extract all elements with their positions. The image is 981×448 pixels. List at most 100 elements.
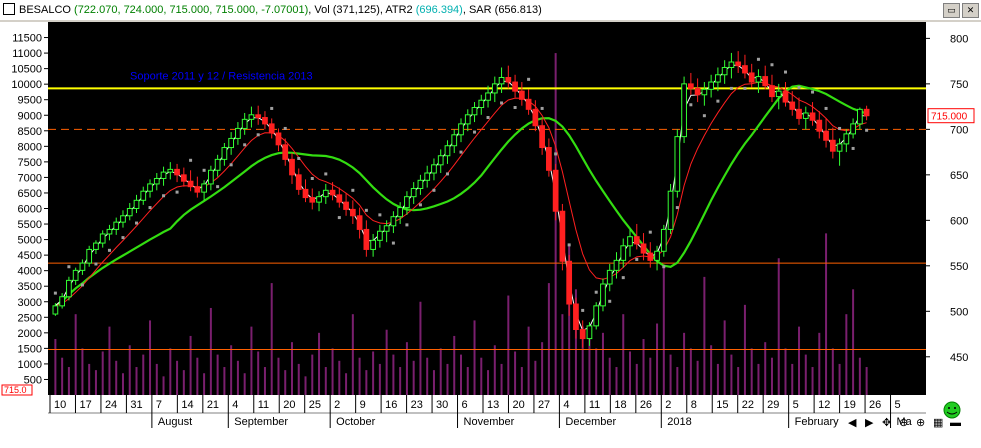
volume-bar [554,53,557,395]
sar-dot [229,163,233,167]
volume-bar [284,370,287,395]
sar-dot [189,158,193,162]
sar-dot [418,203,422,207]
volume-bar [818,332,821,395]
candle-body [647,252,654,261]
close-icon[interactable]: ✕ [962,3,979,18]
grid-icon[interactable]: ▦ [933,417,943,429]
date-tick-label: 19 [844,399,856,411]
price-chart[interactable]: 500 1000 1500 2000 2500 3000 3500 4000 4500 5000 5… [0,20,981,448]
sar-dot [716,99,720,103]
volume-bar [689,348,692,395]
candle-body [262,117,268,125]
date-tick-label: 25 [309,399,321,411]
volume-bar [710,345,713,395]
date-tick-label: 18 [614,399,626,411]
candle-body [147,183,153,192]
candle-body [633,236,640,245]
sar-dot [445,172,449,176]
candle-body [86,248,93,264]
volume-bar [764,342,767,395]
volume-bar [487,370,490,395]
candle-body [133,199,140,209]
candle-body [174,168,180,176]
volume-bar [372,351,375,395]
restore-icon[interactable]: ▭ [943,3,960,18]
date-tick-label: 21 [207,399,219,411]
candle-body [789,101,796,110]
volume-bar [723,320,726,395]
candle-body [755,76,762,83]
candle-body [397,207,404,218]
volume-bar [304,376,307,395]
candle-body [221,147,228,160]
pan-icon[interactable]: ✥ [882,417,891,429]
volume-bar [480,357,483,395]
volume-bar [656,323,659,395]
candle-body [627,236,633,247]
volume-bar [662,264,665,395]
volume-bar [223,367,226,395]
bar-icon[interactable]: ▬ [950,417,961,429]
sar-dot [378,213,382,217]
date-tick-label: 11 [589,399,600,411]
candle-body [775,90,782,98]
smiley-eye-right [954,407,956,409]
volume-bar [290,342,293,395]
candle-body [383,225,390,232]
volume-bar [365,370,368,395]
price-axis-label: 800 [950,33,968,45]
zoom-out-icon[interactable]: ⊖ [899,417,908,429]
zoom-in-icon[interactable]: ⊕ [916,417,925,429]
volume-axis-label: 7000 [18,172,42,184]
month-label: 2018 [667,416,691,428]
atr-value: (696.394) [415,4,463,16]
volume-bar [311,354,314,395]
candle-body [282,144,289,160]
candle-body [309,197,316,203]
date-tick-label: 31 [130,399,142,411]
sar-dot [662,265,666,269]
price-axis-label: 450 [950,352,968,364]
volume-bar [439,348,442,395]
volume-axis-label: 11500 [12,33,42,45]
volume-bar [588,339,591,395]
price-axis-label: 650 [950,170,968,182]
candle-body [167,168,174,173]
volume-bar [257,351,260,395]
candle-body [451,134,458,147]
candle-body [525,98,532,110]
date-tick-label: 2 [665,399,671,411]
sar-dot [175,190,179,194]
date-tick-label: 27 [538,399,550,411]
volume-bar [399,367,402,395]
candle-body [850,123,856,135]
volume-bar [203,373,206,395]
scroll-right-icon[interactable]: ▶ [865,417,874,429]
candle-body [343,201,349,210]
volume-bar [669,354,672,395]
candle-body [72,269,79,281]
candle-body [153,177,160,185]
volume-bar [230,345,233,395]
candle-body [194,186,201,193]
scroll-left-icon[interactable]: ◀ [848,417,857,429]
volume-bar [561,314,564,395]
candle-body [539,125,545,149]
sar-dot [297,156,301,160]
candle-body [329,189,336,196]
symbol-checkbox[interactable] [3,3,15,15]
sar-dot [594,290,598,294]
date-tick-label: 11 [258,399,269,411]
smiley-eye-left [948,407,950,409]
volume-axis-label: 3000 [18,297,42,309]
candle-body [512,81,518,92]
smiley-icon[interactable] [943,401,961,419]
date-tick-label: 15 [716,399,728,411]
candle-body [201,183,207,193]
volume-bar [622,314,625,395]
candle-body [769,85,775,98]
candle-body [498,76,505,85]
candle-body [431,164,437,174]
volume-bar [730,354,733,395]
